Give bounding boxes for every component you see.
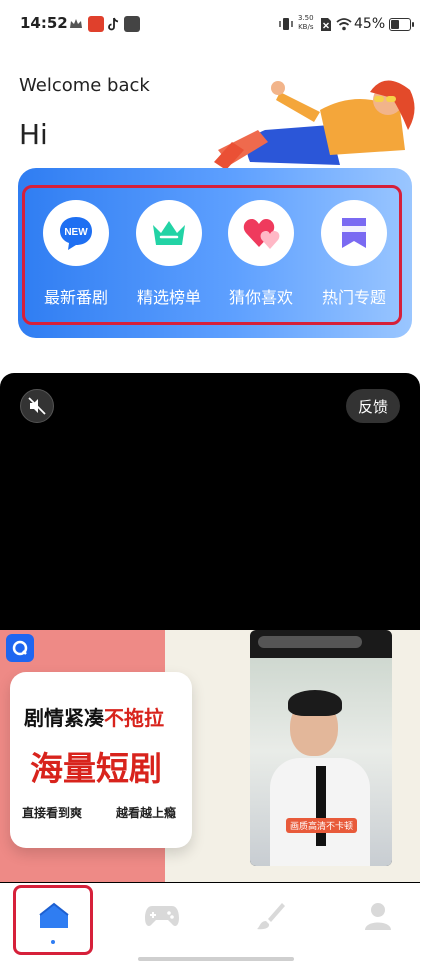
status-time: 14:52 bbox=[20, 14, 68, 32]
vibrate-icon bbox=[278, 16, 294, 36]
feedback-button[interactable]: 反馈 bbox=[346, 389, 400, 423]
app-notification-icon bbox=[88, 16, 104, 32]
ad-headline-black: 剧情紧凑 bbox=[24, 706, 104, 730]
nav-games[interactable] bbox=[142, 896, 182, 936]
ad-text-card: 剧情紧凑不拖拉 海量短剧 直接看到爽 越看越上瘾 bbox=[10, 672, 192, 848]
category-highlight-box bbox=[22, 185, 402, 325]
nav-create[interactable] bbox=[250, 896, 290, 936]
ad-banner[interactable]: 剧情紧凑不拖拉 海量短剧 直接看到爽 越看越上瘾 画质高清不卡顿 bbox=[0, 630, 420, 882]
ad-main-slogan: 海量短剧 bbox=[30, 749, 162, 788]
wifi-icon bbox=[336, 16, 352, 35]
message-notification-icon bbox=[124, 16, 140, 32]
person-icon bbox=[365, 903, 391, 930]
ad-tagline-left: 直接看到爽 bbox=[22, 806, 83, 820]
network-speed-value: 3.50 bbox=[298, 14, 314, 22]
reclining-person-illustration bbox=[210, 70, 420, 178]
phone-caption: 画质高清不卡顿 bbox=[286, 818, 358, 833]
gesture-home-bar[interactable] bbox=[138, 957, 294, 961]
status-bar: 14:52 3.50 KB/s 45% bbox=[0, 0, 432, 52]
crown-notification-icon bbox=[68, 16, 84, 32]
network-speed: 3.50 KB/s bbox=[298, 14, 314, 32]
gamepad-icon bbox=[145, 906, 179, 926]
battery-percent: 45% bbox=[354, 16, 386, 32]
greeting-text: Hi bbox=[19, 118, 48, 151]
brush-icon bbox=[257, 903, 285, 930]
phone-mockup: 画质高清不卡顿 bbox=[250, 630, 392, 866]
ad-headline: 剧情紧凑不拖拉 bbox=[24, 702, 164, 731]
app-logo-icon bbox=[6, 634, 34, 662]
mute-icon bbox=[28, 397, 46, 415]
sim-off-icon bbox=[320, 17, 332, 36]
mute-button[interactable] bbox=[20, 389, 54, 423]
phone-video-scene: 画质高清不卡顿 bbox=[250, 658, 392, 866]
nav-profile[interactable] bbox=[358, 896, 398, 936]
network-speed-unit: KB/s bbox=[298, 23, 314, 31]
battery-icon bbox=[389, 18, 414, 31]
nav-home-highlight-box bbox=[13, 885, 93, 955]
tiktok-icon bbox=[106, 16, 122, 32]
ad-tagline-right: 越看越上瘾 bbox=[116, 806, 177, 820]
welcome-text: Welcome back bbox=[19, 75, 150, 96]
ad-headline-red: 不拖拉 bbox=[104, 706, 164, 730]
phone-search-bar bbox=[258, 636, 362, 648]
